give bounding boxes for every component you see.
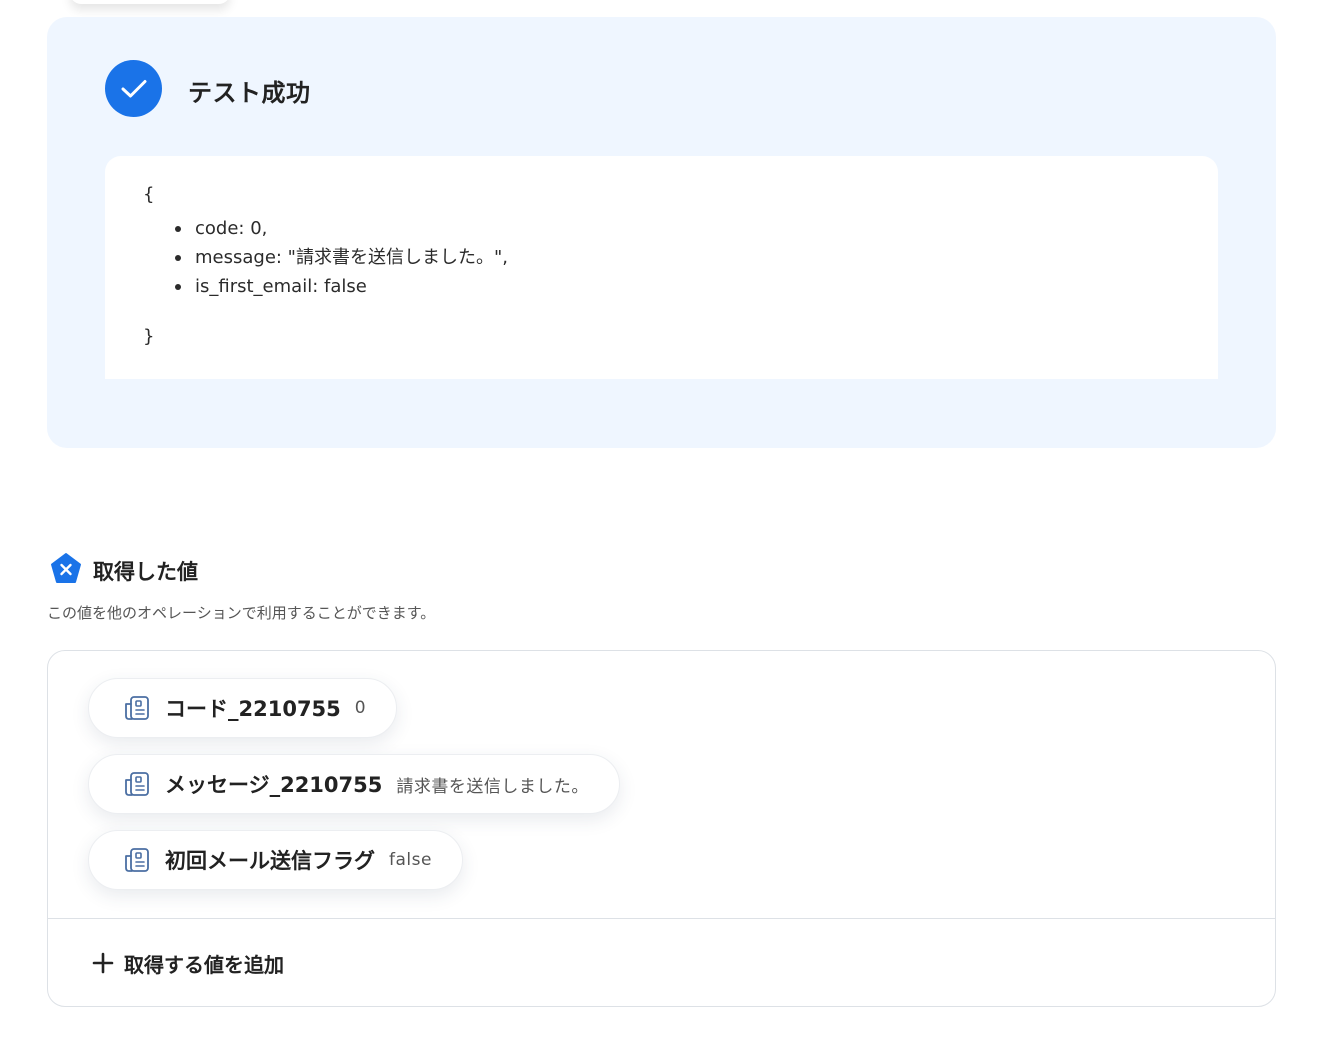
check-icon	[105, 60, 162, 117]
add-value-label: 取得する値を追加	[124, 952, 284, 977]
json-open-brace: {	[143, 184, 155, 205]
value-chip-value: 請求書を送信しました。	[396, 776, 589, 797]
json-field-message: message: "請求書を送信しました。",	[175, 243, 508, 272]
data-field-icon	[125, 772, 149, 796]
json-close-brace: }	[143, 326, 155, 347]
response-json-box: { code: 0, message: "請求書を送信しました。", is_fi…	[105, 156, 1218, 379]
data-field-icon	[125, 848, 149, 872]
value-chip-value: 0	[354, 698, 367, 718]
acquired-values-box: コード_2210755 0 メッセージ_2210755 請求書を送信しました。 …	[47, 650, 1276, 1007]
value-chip-message[interactable]: メッセージ_2210755 請求書を送信しました。	[88, 754, 620, 814]
value-chip-name: コード_2210755	[165, 697, 341, 721]
acquired-values-description: この値を他のオペレーションで利用することができます。	[47, 604, 436, 622]
value-chip-first-email-flag[interactable]: 初回メール送信フラグ false	[88, 830, 463, 890]
data-field-icon	[125, 696, 149, 720]
value-chip-code[interactable]: コード_2210755 0	[88, 678, 398, 738]
value-chip-name: 初回メール送信フラグ	[165, 849, 375, 873]
acquired-values-title: 取得した値	[93, 560, 198, 584]
value-chip-name: メッセージ_2210755	[165, 773, 383, 797]
divider	[48, 918, 1275, 919]
json-field-list: code: 0, message: "請求書を送信しました。", is_firs…	[175, 214, 508, 301]
test-success-title: テスト成功	[188, 79, 311, 107]
plus-icon	[92, 952, 114, 974]
test-result-panel: テスト成功 { code: 0, message: "請求書を送信しました。",…	[47, 17, 1276, 448]
json-field-code: code: 0,	[175, 214, 508, 243]
value-chip-value: false	[389, 850, 432, 870]
yoom-pentagon-icon	[51, 553, 81, 583]
add-value-button[interactable]: 取得する値を追加	[92, 943, 284, 983]
previous-card-edge	[70, 0, 230, 4]
json-field-is-first-email: is_first_email: false	[175, 272, 508, 301]
page: テスト成功 { code: 0, message: "請求書を送信しました。",…	[0, 0, 1334, 1052]
